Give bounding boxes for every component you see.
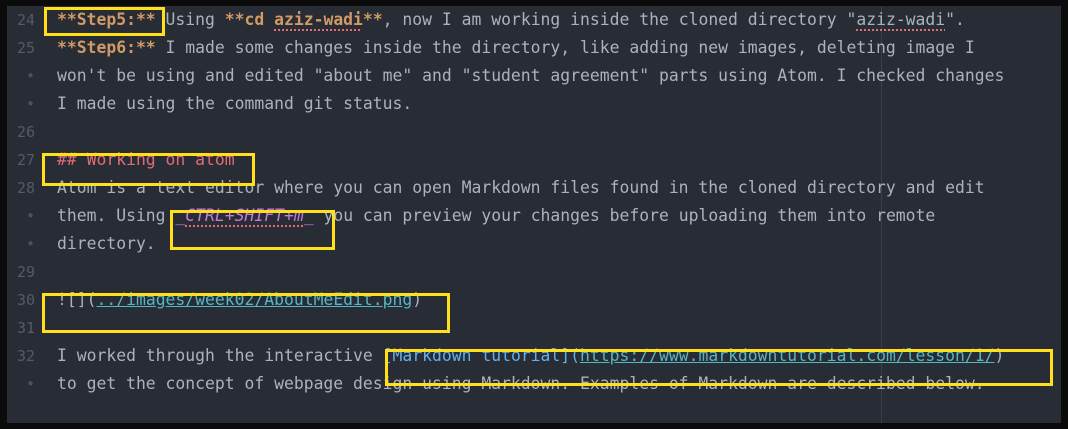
line-text[interactable]: them. Using _CTRL+SHIFT+m_ you can previ… [57, 202, 935, 230]
text-run: , now I am working inside the cloned dir… [382, 10, 857, 29]
editor-line-24[interactable]: 24 **Step5:** Using **cd aziz-wadi**, no… [7, 6, 1061, 34]
wrap-marker: • [25, 207, 35, 225]
bold-marker: ** [362, 10, 383, 29]
editor-line-28[interactable]: 28 Atom is a text editor where you can o… [7, 174, 1061, 202]
line-text[interactable]: Atom is a text editor where you can open… [57, 174, 985, 202]
line-number: 30 [16, 291, 35, 309]
line-number: 31 [16, 319, 35, 337]
text-run: I made some changes inside the directory… [155, 38, 975, 57]
editor-line-wrap[interactable]: • to get the concept of webpage design u… [7, 370, 1061, 398]
image-markdown[interactable]: ![](../images/week02/AboutMeEdit.png) [57, 286, 422, 314]
editor-line-29[interactable]: 29 [7, 258, 1061, 286]
image-syntax: ![]( [57, 290, 97, 309]
editor-line-31[interactable]: 31 [7, 314, 1061, 342]
wrap-marker: • [25, 95, 35, 113]
text-run: I worked through the interactive [57, 346, 383, 365]
step-label: **Step5:** [57, 10, 156, 29]
line-text[interactable]: directory. [57, 230, 156, 258]
line-number: 32 [16, 347, 35, 365]
line-number: 26 [16, 123, 35, 141]
link-bracket: [ [382, 346, 393, 365]
editor-line-wrap[interactable]: • won't be using and edited "about me" a… [7, 62, 1061, 90]
image-path-link[interactable]: ../images/week02/AboutMeEdit.png [96, 290, 412, 309]
line-text[interactable]: I made using the command git status. [57, 90, 412, 118]
keyboard-shortcut: CTRL+SHIFT+m [185, 206, 304, 225]
misspelled-word: aziz-wadi [274, 10, 363, 29]
editor-line-32[interactable]: 32 I worked through the interactive [Mar… [7, 342, 1061, 370]
italic-marker: _ [175, 206, 186, 225]
line-text[interactable]: **Step5:** Using **cd aziz-wadi**, now I… [57, 6, 965, 34]
line-text[interactable]: I worked through the interactive [Markdo… [57, 342, 1004, 370]
line-text[interactable]: **Step6:** I made some changes inside th… [57, 34, 975, 62]
editor-line-30[interactable]: 30 ![](../images/week02/AboutMeEdit.png) [7, 286, 1061, 314]
text-run: ". [945, 10, 965, 29]
editor-line-wrap[interactable]: • them. Using _CTRL+SHIFT+m_ you can pre… [7, 202, 1061, 230]
markdown-heading[interactable]: ## Working on atom [57, 146, 235, 174]
line-number: 28 [16, 179, 35, 197]
link-bracket: ) [994, 346, 1005, 365]
link-url[interactable]: https://www.markdowntutorial.com/lesson/… [580, 346, 994, 365]
editor-line-26[interactable]: 26 [7, 118, 1061, 146]
link-bracket: ]( [560, 346, 581, 365]
line-text[interactable]: to get the concept of webpage design usi… [57, 370, 985, 398]
italic-marker: _ [303, 206, 314, 225]
text-run: you can preview your changes before uplo… [313, 206, 936, 225]
step-label: **Step6:** [57, 38, 156, 57]
editor-line-27[interactable]: 27 ## Working on atom [7, 146, 1061, 174]
line-number: 25 [16, 39, 35, 57]
wrap-marker: • [25, 67, 35, 85]
line-number: 24 [16, 11, 35, 29]
text-run: them. Using [57, 206, 176, 225]
wrap-marker: • [25, 375, 35, 393]
line-number: 27 [16, 151, 35, 169]
misspelled-word: aziz-wadi [856, 10, 946, 29]
editor-line-25[interactable]: 25 **Step6:** I made some changes inside… [7, 34, 1061, 62]
line-number: 29 [16, 263, 35, 281]
editor-line-wrap[interactable]: • I made using the command git status. [7, 90, 1061, 118]
editor-line-wrap[interactable]: • directory. [7, 230, 1061, 258]
text-run: Using [155, 10, 225, 29]
line-text[interactable]: won't be using and edited "about me" and… [57, 62, 1004, 90]
image-syntax: ) [412, 290, 423, 309]
bold-command: **cd [224, 10, 275, 29]
link-text[interactable]: Markdown tutorial [393, 346, 561, 365]
text-editor[interactable]: 24 **Step5:** Using **cd aziz-wadi**, no… [7, 6, 1061, 423]
wrap-marker: • [25, 235, 35, 253]
